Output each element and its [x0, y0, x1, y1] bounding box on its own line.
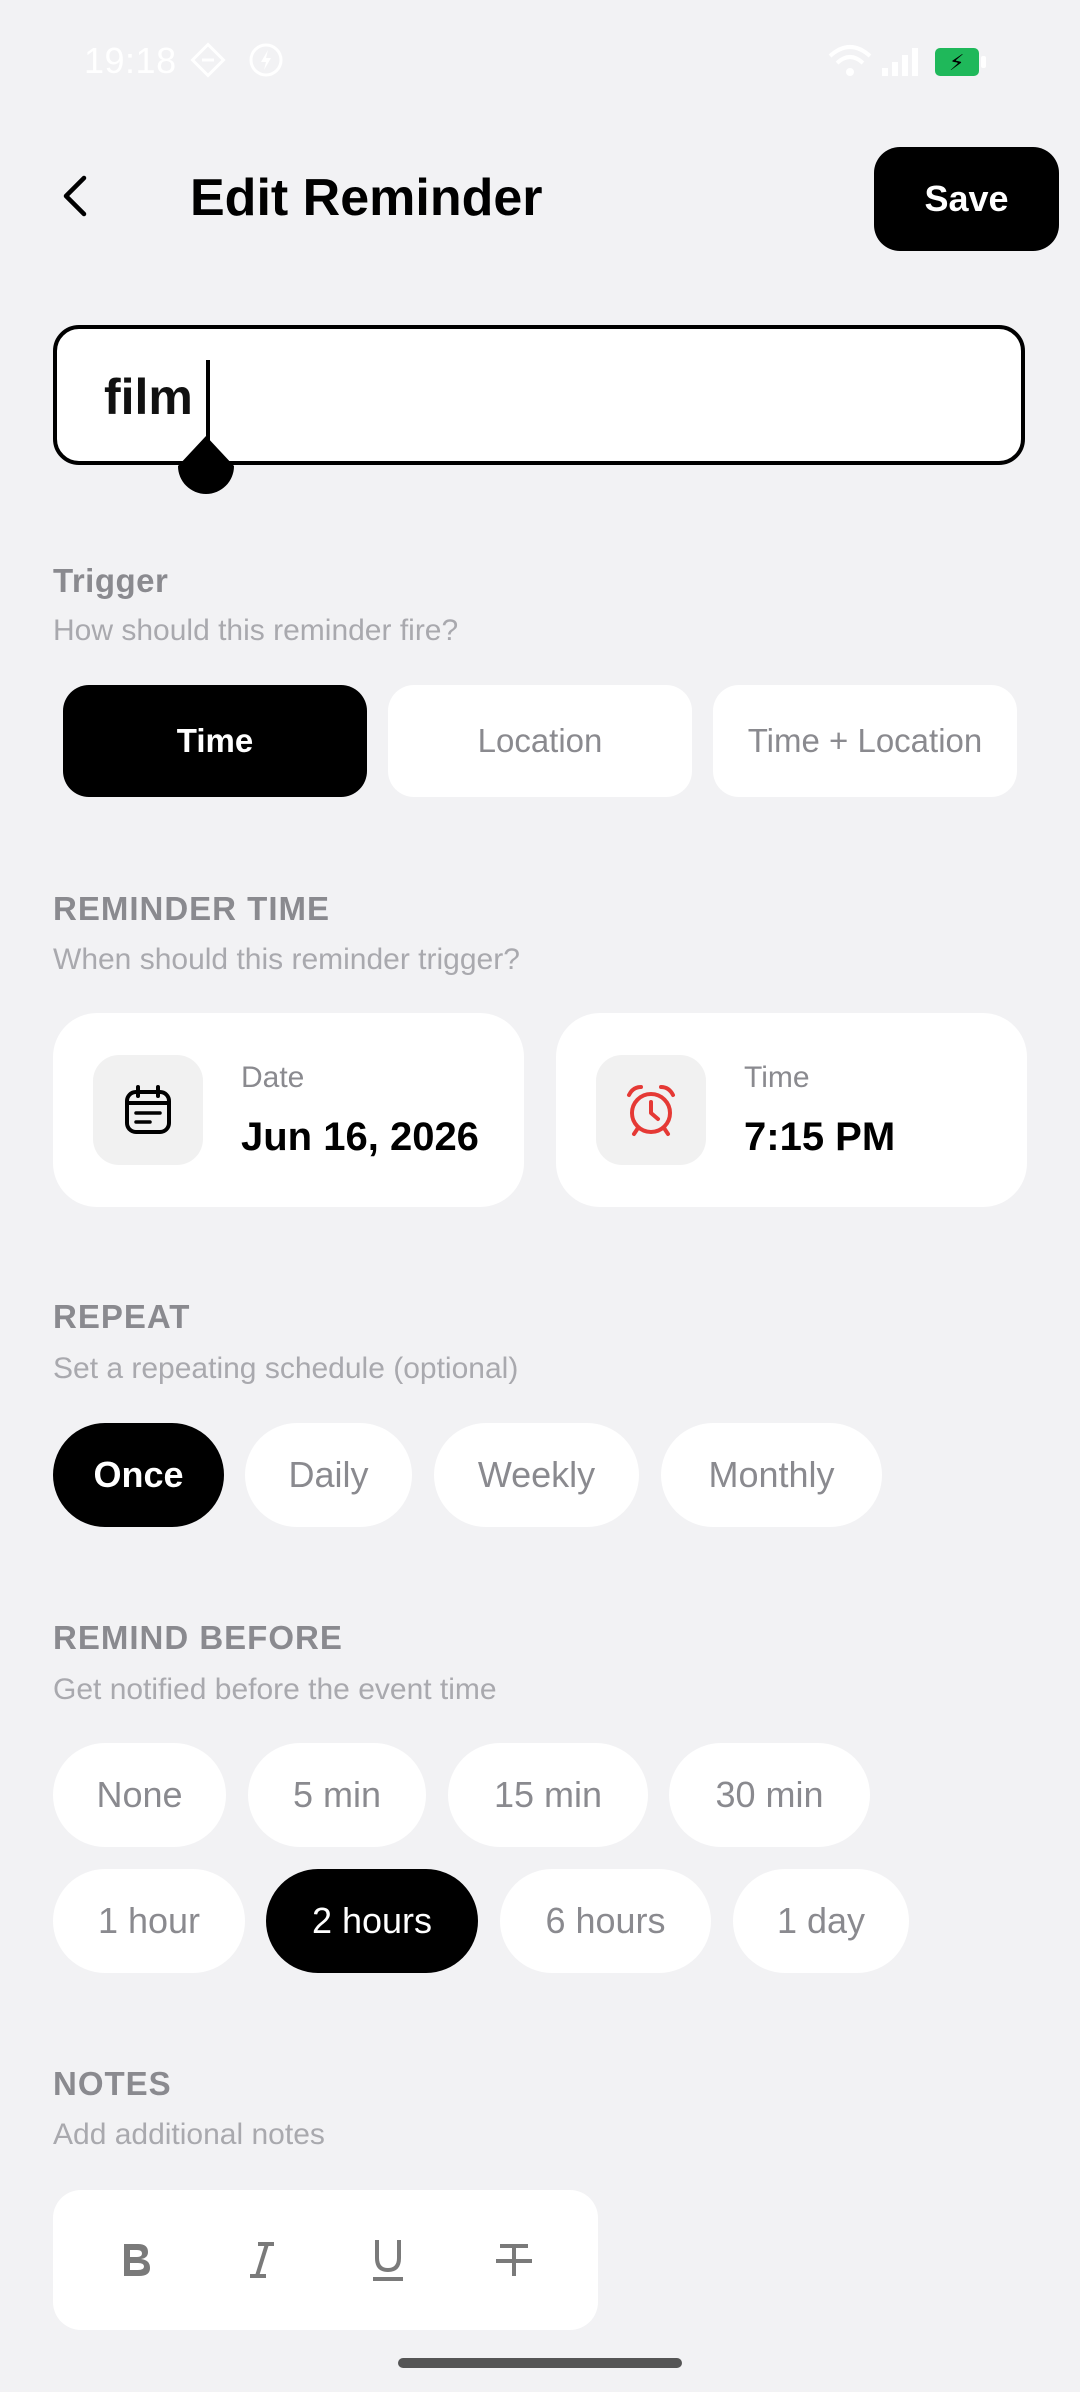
- time-label: Time: [744, 1061, 810, 1094]
- status-time: 19:18: [84, 40, 177, 81]
- time-value: 7:15 PM: [744, 1115, 896, 1159]
- remind-before-option-1-hour[interactable]: 1 hour: [53, 1869, 245, 1973]
- strikethrough-button[interactable]: [474, 2220, 554, 2300]
- trigger-option-time-location[interactable]: Time + Location: [713, 685, 1017, 797]
- remind-before-option-15-min[interactable]: 15 min: [448, 1743, 648, 1847]
- italic-button[interactable]: [222, 2220, 302, 2300]
- remind-before-option-none[interactable]: None: [53, 1743, 226, 1847]
- repeat-option-weekly[interactable]: Weekly: [434, 1423, 639, 1527]
- trigger-option-location[interactable]: Location: [388, 685, 692, 797]
- page-title: Edit Reminder: [190, 169, 543, 227]
- reminder-time-label: REMINDER TIME: [53, 890, 330, 927]
- remind-before-option-30-min[interactable]: 30 min: [669, 1743, 870, 1847]
- repeat-option-daily[interactable]: Daily: [245, 1423, 412, 1527]
- cursor-handle-icon[interactable]: [176, 436, 236, 500]
- notes-label: NOTES: [53, 2065, 172, 2102]
- text-cursor: [206, 360, 210, 442]
- repeat-option-once[interactable]: Once: [53, 1423, 224, 1527]
- remind-before-option-6-hours[interactable]: 6 hours: [500, 1869, 711, 1973]
- underline-button[interactable]: [348, 2220, 428, 2300]
- repeat-label: REPEAT: [53, 1298, 191, 1335]
- bold-icon: [124, 2244, 150, 2276]
- power-notification-icon: [248, 42, 284, 87]
- calendar-icon: [125, 1085, 171, 1134]
- home-indicator[interactable]: [398, 2358, 682, 2368]
- trigger-label: Trigger: [53, 562, 169, 599]
- date-label: Date: [241, 1061, 305, 1094]
- bold-button[interactable]: [96, 2220, 176, 2300]
- strikethrough-icon: [496, 2244, 532, 2276]
- chevron-left-icon: [63, 175, 87, 217]
- repeat-subtitle: Set a repeating schedule (optional): [53, 1352, 519, 1385]
- trigger-subtitle: How should this reminder fire?: [53, 614, 459, 647]
- notes-format-toolbar: [53, 2190, 598, 2330]
- reminder-title-value: film: [104, 369, 193, 425]
- remind-before-option-2-hours[interactable]: 2 hours: [266, 1869, 478, 1973]
- save-button[interactable]: Save: [874, 147, 1059, 251]
- remind-before-label: REMIND BEFORE: [53, 1619, 343, 1656]
- trigger-option-time[interactable]: Time: [63, 685, 367, 797]
- italic-icon: [250, 2242, 274, 2278]
- remind-before-subtitle: Get notified before the event time: [53, 1673, 497, 1706]
- reminder-time-subtitle: When should this reminder trigger?: [53, 943, 520, 976]
- calendar-icon-box: [93, 1055, 203, 1165]
- diamond-notification-icon: [188, 40, 228, 89]
- alarm-icon-box: [596, 1055, 706, 1165]
- back-button[interactable]: [40, 160, 112, 232]
- wifi-icon: [828, 44, 872, 83]
- underline-icon: [373, 2240, 403, 2281]
- remind-before-option-5-min[interactable]: 5 min: [248, 1743, 426, 1847]
- date-value: Jun 16, 2026: [241, 1115, 479, 1159]
- notes-subtitle: Add additional notes: [53, 2118, 325, 2151]
- battery-icon: ⚡: [935, 48, 986, 76]
- date-card[interactable]: Date Jun 16, 2026: [53, 1013, 524, 1207]
- remind-before-option-1-day[interactable]: 1 day: [733, 1869, 909, 1973]
- time-card[interactable]: Time 7:15 PM: [556, 1013, 1027, 1207]
- charging-bolt-icon: ⚡: [949, 50, 965, 75]
- alarm-clock-icon: [627, 1085, 675, 1136]
- repeat-option-monthly[interactable]: Monthly: [661, 1423, 882, 1527]
- signal-icon: [880, 46, 920, 83]
